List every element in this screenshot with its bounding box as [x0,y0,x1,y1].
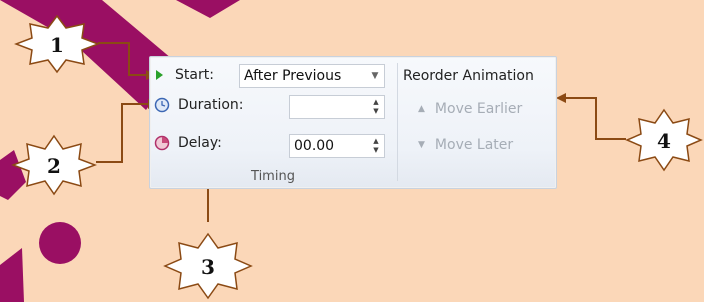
callout-badge-2: 2 [11,134,97,196]
spin-up-icon[interactable]: ▲ [373,137,378,146]
group-separator [397,63,398,181]
callout-badge-4: 4 [625,108,703,172]
spin-down-icon[interactable]: ▼ [373,146,378,155]
duration-label: Duration: [178,97,244,113]
delay-value[interactable]: 00.00 [290,138,368,154]
delay-row: Delay: [154,135,222,151]
chevron-down-icon[interactable]: ▼ [366,71,384,81]
start-row: Start: [156,67,214,83]
spin-buttons[interactable]: ▲ ▼ [368,137,384,155]
start-dropdown[interactable]: After Previous ▼ [239,64,385,88]
move-later-label: Move Later [434,137,514,153]
triangle-down-icon: ▼ [418,140,425,150]
callout-number: 2 [47,154,61,178]
delay-clock-icon [154,135,170,151]
start-label: Start: [175,67,214,83]
delay-label: Delay: [178,135,222,151]
delay-spinner[interactable]: 00.00 ▲ ▼ [289,134,385,158]
spin-buttons[interactable]: ▲ ▼ [368,98,384,116]
callout-number: 4 [657,129,671,153]
callout-number: 1 [50,33,64,57]
duration-spinner[interactable]: ▲ ▼ [289,95,385,119]
move-earlier-button[interactable]: ▲ Move Earlier [418,101,522,117]
clock-icon [154,97,170,113]
callout-number: 3 [201,255,215,279]
spin-up-icon[interactable]: ▲ [373,98,378,107]
callout-badge-1: 1 [14,14,100,74]
move-earlier-label: Move Earlier [434,101,523,117]
reorder-title-text: Reorder Animation [403,68,534,84]
timing-group-label: Timing [251,169,295,184]
reorder-title: Reorder Animation [403,68,534,84]
spin-down-icon[interactable]: ▼ [373,107,378,116]
play-icon [156,70,163,80]
animation-ribbon-panel: Start: After Previous ▼ Duration: ▲ ▼ Del… [149,56,557,189]
start-value: After Previous [244,68,342,84]
callout-badge-3: 3 [163,232,253,300]
move-later-button[interactable]: ▼ Move Later [418,137,513,153]
duration-row: Duration: [154,97,244,113]
triangle-up-icon: ▲ [418,104,425,114]
